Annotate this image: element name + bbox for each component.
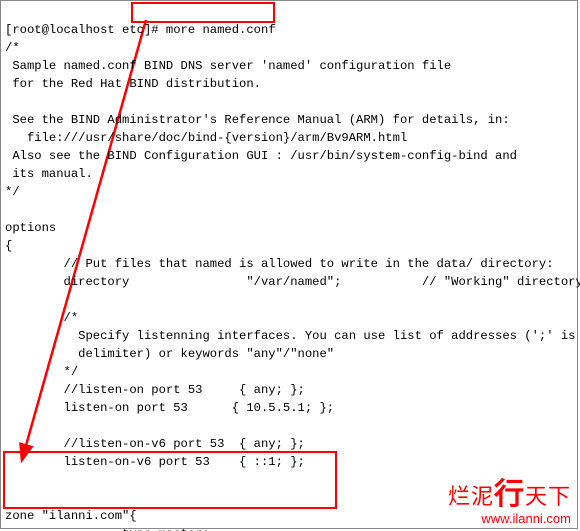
file-line: Specify listenning interfaces. You can u… bbox=[5, 329, 575, 343]
terminal-output[interactable]: [root@localhost etc]# more named.conf /*… bbox=[1, 1, 577, 531]
file-line: { bbox=[5, 239, 12, 253]
file-line: Also see the BIND Configuration GUI : /u… bbox=[5, 149, 517, 163]
file-line: its manual. bbox=[5, 167, 93, 181]
file-line: listen-on-v6 port 53 { ::1; }; bbox=[5, 455, 305, 469]
terminal-frame: [root@localhost etc]# more named.conf /*… bbox=[0, 0, 578, 529]
file-line: for the Red Hat BIND distribution. bbox=[5, 77, 261, 91]
file-line: */ bbox=[5, 365, 78, 379]
file-line: type master; bbox=[5, 527, 210, 531]
file-line: */ bbox=[5, 185, 20, 199]
file-line: listen-on port 53 { 10.5.5.1; }; bbox=[5, 401, 334, 415]
shell-command: more named.conf bbox=[166, 23, 276, 37]
file-line: //listen-on port 53 { any; }; bbox=[5, 383, 305, 397]
shell-prompt: [root@localhost etc]# bbox=[5, 23, 159, 37]
file-line: // Put files that named is allowed to wr… bbox=[5, 257, 554, 271]
file-line: file:///usr/share/doc/bind-{version}/arm… bbox=[5, 131, 407, 145]
file-line: options bbox=[5, 221, 56, 235]
file-line: Sample named.conf BIND DNS server 'named… bbox=[5, 59, 451, 73]
file-line: zone "ilanni.com"{ bbox=[5, 509, 137, 523]
file-line: /* bbox=[5, 311, 78, 325]
file-line: /* bbox=[5, 41, 20, 55]
file-line: //listen-on-v6 port 53 { any; }; bbox=[5, 437, 305, 451]
file-line: See the BIND Administrator's Reference M… bbox=[5, 113, 510, 127]
file-line: delimiter) or keywords "any"/"none" bbox=[5, 347, 334, 361]
file-line: directory "/var/named"; // "Working" dir… bbox=[5, 275, 580, 289]
